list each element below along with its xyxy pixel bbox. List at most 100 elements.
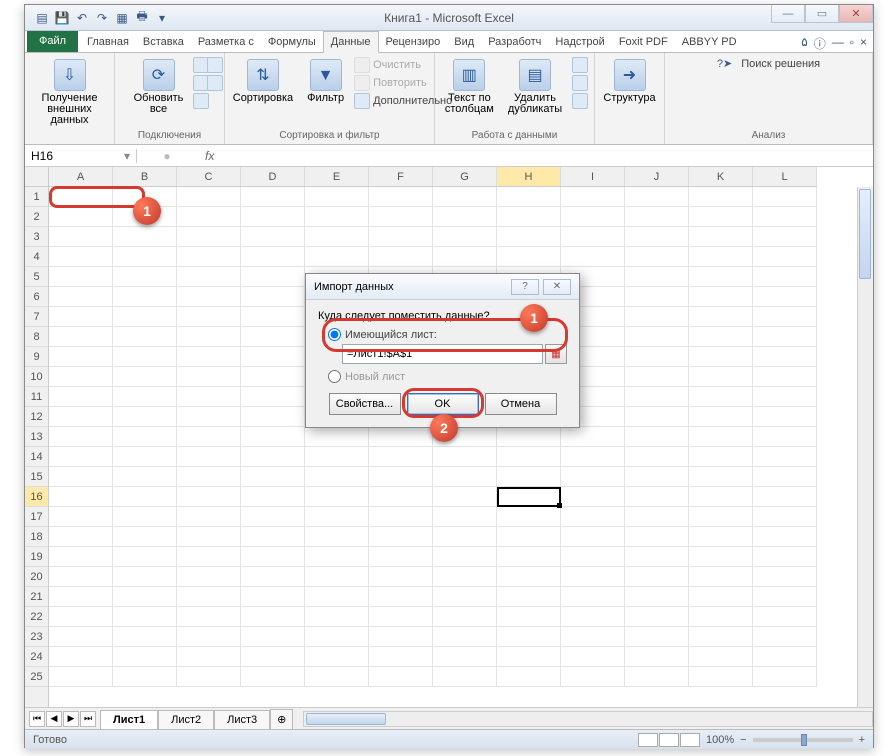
row-header-6[interactable]: 6 (25, 287, 48, 307)
cell[interactable] (113, 327, 177, 347)
tab-foxit[interactable]: Foxit PDF (612, 32, 675, 52)
dialog-titlebar[interactable]: Импорт данных ? ✕ (306, 274, 579, 300)
cell[interactable] (497, 507, 561, 527)
cell[interactable] (497, 647, 561, 667)
cell[interactable] (753, 267, 817, 287)
cell[interactable] (625, 627, 689, 647)
ribbon-restore-icon[interactable]: ▫ (850, 35, 854, 52)
sort-button[interactable]: ⇅ Сортировка (229, 57, 297, 106)
cell[interactable] (49, 467, 113, 487)
cell[interactable] (113, 547, 177, 567)
column-header-B[interactable]: B (113, 167, 177, 186)
tab-view[interactable]: Вид (447, 32, 481, 52)
column-header-D[interactable]: D (241, 167, 305, 186)
cell[interactable] (625, 667, 689, 687)
cell[interactable] (689, 247, 753, 267)
row-header-10[interactable]: 10 (25, 367, 48, 387)
cell[interactable] (497, 627, 561, 647)
cell[interactable] (753, 347, 817, 367)
minimize-button[interactable]: — (771, 5, 805, 23)
cell[interactable] (49, 507, 113, 527)
cell[interactable] (177, 267, 241, 287)
cell[interactable] (113, 607, 177, 627)
column-header-F[interactable]: F (369, 167, 433, 186)
cell[interactable] (433, 187, 497, 207)
cell[interactable] (689, 367, 753, 387)
column-header-I[interactable]: I (561, 167, 625, 186)
cell[interactable] (177, 507, 241, 527)
cell[interactable] (753, 427, 817, 447)
first-sheet-button[interactable]: ⏮ (29, 711, 45, 727)
cell[interactable] (625, 467, 689, 487)
row-header-1[interactable]: 1 (25, 187, 48, 207)
cell[interactable] (753, 327, 817, 347)
cell[interactable] (49, 547, 113, 567)
cell[interactable] (113, 647, 177, 667)
normal-view-button[interactable] (638, 733, 658, 747)
solver-button[interactable]: ?➤ Поиск решения (717, 57, 820, 70)
cell[interactable] (241, 227, 305, 247)
cell[interactable] (625, 527, 689, 547)
cell[interactable] (305, 547, 369, 567)
sort-za-button[interactable] (207, 75, 223, 91)
cell[interactable] (497, 247, 561, 267)
cell[interactable] (305, 207, 369, 227)
row-header-22[interactable]: 22 (25, 607, 48, 627)
cell[interactable] (753, 247, 817, 267)
dialog-help-button[interactable]: ? (511, 279, 539, 295)
cell[interactable] (177, 327, 241, 347)
cell[interactable] (369, 487, 433, 507)
cell[interactable] (177, 247, 241, 267)
cell[interactable] (241, 527, 305, 547)
column-header-G[interactable]: G (433, 167, 497, 186)
tab-review[interactable]: Рецензиро (379, 32, 448, 52)
cell[interactable] (689, 447, 753, 467)
cell[interactable] (689, 467, 753, 487)
outline-button[interactable]: ➜ Структура (599, 57, 659, 106)
cell[interactable] (689, 287, 753, 307)
fx-icon[interactable]: fx (197, 149, 222, 163)
cell[interactable] (625, 207, 689, 227)
cell[interactable] (433, 647, 497, 667)
cell[interactable] (241, 347, 305, 367)
cell[interactable] (113, 427, 177, 447)
cell[interactable] (753, 227, 817, 247)
cell[interactable] (49, 407, 113, 427)
column-header-K[interactable]: K (689, 167, 753, 186)
cell[interactable] (49, 347, 113, 367)
cell[interactable] (753, 287, 817, 307)
cell[interactable] (625, 227, 689, 247)
row-header-25[interactable]: 25 (25, 667, 48, 687)
cell[interactable] (689, 407, 753, 427)
cell[interactable] (497, 447, 561, 467)
cell[interactable] (241, 407, 305, 427)
cell[interactable] (561, 667, 625, 687)
cell[interactable] (625, 587, 689, 607)
cell[interactable] (753, 467, 817, 487)
cell[interactable] (305, 647, 369, 667)
cell[interactable] (689, 587, 753, 607)
zoom-out-button[interactable]: − (740, 734, 746, 746)
cell[interactable] (113, 267, 177, 287)
cell[interactable] (369, 527, 433, 547)
cell[interactable] (689, 627, 753, 647)
tab-addins[interactable]: Надстрой (548, 32, 611, 52)
cell[interactable] (753, 587, 817, 607)
page-break-view-button[interactable] (680, 733, 700, 747)
undo-icon[interactable]: ↶ (73, 9, 91, 27)
cell[interactable] (369, 667, 433, 687)
column-header-J[interactable]: J (625, 167, 689, 186)
cell[interactable] (433, 207, 497, 227)
cell[interactable] (497, 487, 561, 507)
cell[interactable] (241, 267, 305, 287)
cell[interactable] (625, 447, 689, 467)
cell[interactable] (241, 647, 305, 667)
sheet-tab-2[interactable]: Лист2 (158, 710, 214, 729)
cell[interactable] (113, 587, 177, 607)
cell[interactable] (241, 207, 305, 227)
cell[interactable] (113, 287, 177, 307)
cell[interactable] (113, 467, 177, 487)
cell[interactable] (753, 407, 817, 427)
row-header-16[interactable]: 16 (25, 487, 48, 507)
zoom-slider[interactable] (753, 738, 853, 742)
